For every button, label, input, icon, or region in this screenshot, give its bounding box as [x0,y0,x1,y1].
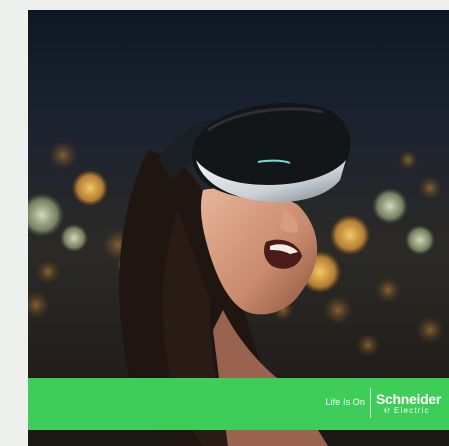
schneider-electric-logo: Schneider ℮ Electric [376,391,448,419]
tagline: Life Is On [325,397,365,407]
logo-sub: Electric [394,406,430,415]
brand-bar: Life Is On Schneider ℮ Electric [28,378,449,430]
logo-divider [370,388,371,418]
logo-mark-icon: ℮ [384,405,391,416]
ad-banner: Life Is On Schneider ℮ Electric [28,10,449,446]
